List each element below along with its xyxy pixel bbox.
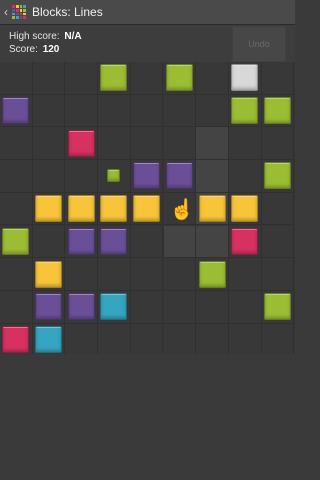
board-cell[interactable] — [163, 290, 197, 324]
yellow-block[interactable] — [133, 195, 161, 223]
yellow-block[interactable] — [35, 260, 63, 288]
board-cell[interactable] — [0, 290, 33, 324]
board-cell[interactable] — [0, 160, 33, 193]
board-cell[interactable] — [130, 323, 164, 357]
board-cell[interactable] — [261, 192, 295, 226]
board-cell[interactable] — [261, 225, 295, 259]
green-block[interactable] — [165, 64, 193, 92]
yellow-block[interactable] — [198, 195, 226, 223]
pink-block[interactable] — [231, 227, 259, 255]
board-cell[interactable] — [0, 258, 33, 291]
board-cell[interactable] — [130, 225, 164, 259]
board-cell[interactable] — [130, 62, 164, 95]
board-cell[interactable] — [261, 258, 295, 291]
board-cell[interactable] — [0, 192, 33, 226]
board-cell[interactable] — [98, 323, 131, 357]
board-cell[interactable] — [130, 127, 164, 161]
green-block[interactable] — [2, 227, 30, 255]
board-cell[interactable] — [228, 290, 262, 324]
board-cell[interactable] — [228, 127, 262, 161]
blue-block[interactable] — [35, 325, 63, 353]
board-cell[interactable] — [0, 127, 33, 161]
board-cell[interactable] — [98, 258, 131, 291]
grid-logo-icon[interactable] — [12, 5, 26, 19]
board-cell[interactable] — [98, 94, 131, 128]
board-cell[interactable] — [261, 62, 295, 95]
board-cell[interactable] — [163, 127, 197, 161]
high-score-line: High score: N/A — [9, 31, 82, 42]
board-cell[interactable] — [98, 127, 131, 161]
board-cell[interactable] — [261, 323, 295, 357]
hand-pointer-icon: ☝ — [169, 198, 195, 221]
board-cell[interactable] — [32, 127, 66, 161]
app-title: Blocks: Lines — [32, 5, 103, 19]
white-block[interactable] — [231, 64, 259, 92]
board-cell[interactable] — [65, 160, 99, 193]
score-value: 120 — [42, 44, 60, 55]
green-block[interactable] — [100, 64, 128, 92]
score-label: Score: — [9, 44, 38, 55]
board-cell[interactable] — [228, 160, 262, 193]
purple-block[interactable] — [67, 227, 95, 255]
yellow-block[interactable] — [35, 195, 63, 223]
blue-block[interactable] — [100, 293, 128, 321]
yellow-block[interactable] — [100, 195, 128, 223]
purple-block[interactable] — [67, 293, 95, 321]
board-cell[interactable] — [32, 94, 66, 128]
board-cell[interactable] — [163, 323, 197, 357]
board-cell[interactable] — [228, 258, 262, 291]
board-cell[interactable] — [196, 127, 229, 161]
purple-block[interactable] — [133, 162, 161, 190]
board-cell[interactable] — [32, 160, 66, 193]
board-cell[interactable] — [228, 323, 262, 357]
purple-block[interactable] — [100, 227, 128, 255]
board-cell[interactable] — [130, 258, 164, 291]
board-cell[interactable] — [196, 94, 229, 128]
game-board[interactable]: ☝ — [0, 62, 295, 357]
board-cell[interactable] — [65, 258, 99, 291]
board-cell[interactable] — [196, 323, 229, 357]
high-score-value: N/A — [64, 31, 82, 42]
undo-button[interactable]: Undo — [232, 26, 286, 62]
board-cell[interactable] — [65, 323, 99, 357]
bottom-empty-area — [0, 354, 295, 480]
purple-block[interactable] — [2, 97, 30, 125]
purple-block[interactable] — [35, 293, 63, 321]
small-green-block[interactable] — [107, 169, 121, 183]
board-cell[interactable] — [32, 62, 66, 95]
yellow-block[interactable] — [67, 195, 95, 223]
board-cell[interactable] — [32, 225, 66, 259]
board-cell[interactable] — [261, 127, 295, 161]
board-cell[interactable] — [65, 94, 99, 128]
action-bar: ‹ Blocks: Lines — [0, 0, 295, 25]
board-cell[interactable] — [196, 160, 229, 193]
green-block[interactable] — [263, 162, 291, 190]
yellow-block[interactable] — [231, 195, 259, 223]
pink-block[interactable] — [2, 325, 30, 353]
purple-block[interactable] — [165, 162, 193, 190]
board-cell[interactable] — [163, 258, 197, 291]
board-cell[interactable] — [196, 62, 229, 95]
chevron-left-icon[interactable]: ‹ — [2, 0, 10, 24]
high-score-label: High score: — [9, 31, 60, 42]
board-cell[interactable] — [0, 62, 33, 95]
board-cell[interactable] — [163, 94, 197, 128]
board-cell[interactable] — [65, 62, 99, 95]
green-block[interactable] — [263, 97, 291, 125]
score-line: Score: 120 — [9, 44, 59, 55]
pink-block[interactable] — [67, 129, 95, 157]
green-block[interactable] — [198, 260, 226, 288]
board-cell[interactable] — [130, 94, 164, 128]
green-block[interactable] — [263, 293, 291, 321]
board-cell[interactable] — [196, 225, 229, 259]
board-cell[interactable] — [130, 290, 164, 324]
board-cell[interactable] — [163, 225, 197, 259]
green-block[interactable] — [231, 97, 259, 125]
board-cell[interactable] — [196, 290, 229, 324]
